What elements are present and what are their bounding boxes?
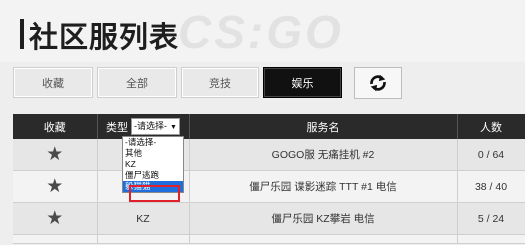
- table-row[interactable]: [13, 234, 525, 244]
- dropdown-option[interactable]: -请选择-: [123, 137, 183, 148]
- table-row[interactable]: ★ 僵尸乐园 谍影迷踪 TTT #1 电信 38 / 40: [13, 170, 525, 203]
- players-column-header: 人数: [457, 114, 525, 139]
- dropdown-option[interactable]: KZ: [123, 159, 183, 170]
- refresh-button[interactable]: [354, 67, 402, 99]
- server-name-column-header: 服务名: [189, 114, 458, 139]
- players-cell: 5 / 24: [457, 202, 525, 235]
- page-title: 社区服列表: [29, 22, 180, 54]
- star-icon[interactable]: ★: [46, 208, 63, 229]
- server-table: 收藏 类型 -请选择- ▼ 服务名 人数 ★ GOGO服 无痛挂机 #2 0 / …: [13, 114, 525, 244]
- type-cell: KZ: [97, 202, 190, 235]
- table-row[interactable]: ★ KZ 僵尸乐园 KZ攀岩 电信 5 / 24: [13, 202, 525, 235]
- favorite-column-header: 收藏: [13, 114, 98, 139]
- highlight-box: [129, 185, 180, 202]
- players-cell: 38 / 40: [457, 170, 525, 203]
- csgo-watermark: CS:GO: [178, 6, 344, 58]
- filter-entertainment-button[interactable]: 娱乐: [263, 67, 342, 98]
- table-row[interactable]: ★ GOGO服 无痛挂机 #2 0 / 64: [13, 139, 525, 171]
- type-select-value: -请选择-: [134, 121, 168, 131]
- dropdown-option[interactable]: 僵尸逃跑: [123, 170, 183, 181]
- type-cell: [97, 234, 190, 244]
- title-accent-bar: [20, 19, 24, 49]
- dropdown-option[interactable]: 其他: [123, 148, 183, 159]
- favorite-cell[interactable]: ★: [13, 202, 98, 235]
- players-cell: 0 / 64: [457, 139, 525, 171]
- chevron-down-icon: ▼: [170, 124, 177, 131]
- favorite-cell[interactable]: [13, 234, 98, 244]
- favorite-cell[interactable]: ★: [13, 170, 98, 203]
- star-icon[interactable]: ★: [46, 176, 63, 197]
- type-column-label: 类型: [106, 121, 129, 134]
- server-name-cell: GOGO服 无痛挂机 #2: [189, 139, 458, 171]
- filter-all-button[interactable]: 全部: [97, 67, 177, 98]
- players-cell: [457, 234, 525, 244]
- refresh-icon: [370, 74, 386, 92]
- server-name-cell: 僵尸乐园 谍影迷踪 TTT #1 电信: [189, 170, 458, 203]
- filter-competitive-button[interactable]: 竞技: [181, 67, 259, 98]
- star-icon[interactable]: ★: [46, 144, 63, 165]
- page-header: CS:GO 社区服列表: [0, 0, 525, 62]
- server-name-cell: 僵尸乐园 KZ攀岩 电信: [189, 202, 458, 235]
- table-header-row: 收藏 类型 -请选择- ▼ 服务名 人数: [13, 114, 525, 139]
- type-select[interactable]: -请选择- ▼: [131, 118, 180, 135]
- favorite-cell[interactable]: ★: [13, 139, 98, 171]
- server-name-cell: [189, 234, 458, 244]
- filter-favorites-button[interactable]: 收藏: [13, 67, 93, 98]
